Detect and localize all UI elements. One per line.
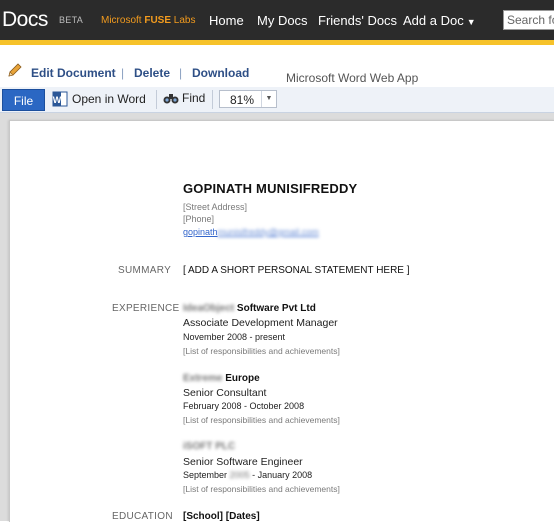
separator: | (121, 66, 125, 80)
fuse-bold: FUSE (144, 15, 172, 26)
job-dates: November 2008 - present (183, 332, 286, 342)
nav-my-docs[interactable]: My Docs (257, 13, 308, 28)
zoom-select[interactable]: 81% ▼ (219, 90, 277, 108)
email-blurred: munisifreddy@gmail.com (217, 227, 319, 237)
phone: [Phone] (183, 214, 215, 224)
word-icon: W (52, 91, 68, 107)
download-link[interactable]: Download (192, 66, 249, 80)
job-title: Senior Consultant (183, 387, 267, 399)
job-company: iSOFT PLC (183, 441, 235, 452)
dates-end: - January 2008 (252, 470, 313, 480)
company-blurred: iSOFT PLC (183, 441, 236, 452)
job-responsibilities: [List of responsibilities and achievemen… (183, 415, 340, 425)
email-link[interactable]: gopinathmunisifreddy@gmail.com (183, 227, 319, 237)
job-dates: September 2005 - January 2008 (183, 470, 312, 480)
chevron-down-icon: ▼ (261, 91, 276, 107)
zoom-value: 81% (230, 93, 255, 107)
experience-label: EXPERIENCE (112, 303, 180, 314)
pencil-icon (8, 63, 22, 77)
svg-text:W: W (53, 95, 62, 105)
company-blurred: IdeaObject (183, 303, 235, 314)
find-button[interactable]: Find (163, 91, 205, 105)
docs-logo[interactable]: Docs (2, 8, 48, 32)
separator: | (179, 66, 183, 80)
open-in-word-button[interactable]: W Open in Word (52, 91, 146, 107)
company-name: Software Pvt Ltd (236, 303, 316, 314)
beta-label: BETA (59, 15, 84, 25)
dates-start: September (183, 470, 228, 480)
education-text: [School] [Dates] (183, 511, 260, 522)
accent-stripe (0, 40, 554, 45)
file-button[interactable]: File (2, 89, 45, 111)
ribbon-divider (212, 90, 213, 109)
street-address: [Street Address] (183, 202, 248, 212)
app-name: Microsoft Word Web App (286, 71, 419, 85)
ribbon-divider (156, 90, 157, 109)
job-company: Extreme Europe (183, 373, 260, 384)
job-responsibilities: [List of responsibilities and achievemen… (183, 484, 340, 494)
binoculars-icon (163, 94, 179, 104)
summary-label: SUMMARY (118, 265, 172, 276)
fuse-prefix: Microsoft (101, 15, 145, 26)
fuse-suffix: Labs (171, 15, 196, 26)
summary-text: [ ADD A SHORT PERSONAL STATEMENT HERE ] (183, 265, 410, 276)
nav-add-a-doc-label: Add a Doc (403, 13, 464, 28)
delete-link[interactable]: Delete (134, 66, 170, 80)
education-label: EDUCATION (112, 511, 173, 522)
fuse-labs-link[interactable]: Microsoft FUSE Labs (101, 15, 195, 26)
job-responsibilities: [List of responsibilities and achievemen… (183, 346, 340, 356)
company-name: Europe (225, 373, 260, 384)
dates-blurred: 2005 (229, 470, 250, 480)
open-in-word-label: Open in Word (72, 92, 146, 106)
job-company: IdeaObject Software Pvt Ltd (183, 303, 316, 314)
find-label: Find (182, 91, 206, 105)
search-input[interactable] (503, 10, 554, 30)
nav-friends-docs[interactable]: Friends' Docs (318, 13, 397, 28)
chevron-down-icon: ▼ (466, 17, 476, 27)
job-dates: February 2008 - October 2008 (183, 401, 305, 411)
nav-home[interactable]: Home (209, 13, 244, 28)
edit-document-link[interactable]: Edit Document (31, 66, 116, 80)
resume-name: GOPINATH MUNISIFREDDY (183, 181, 358, 196)
job-title: Senior Software Engineer (183, 456, 303, 468)
company-blurred: Extreme (183, 373, 223, 384)
nav-add-a-doc[interactable]: Add a Doc ▼ (403, 13, 476, 28)
job-title: Associate Development Manager (183, 317, 338, 329)
email-visible: gopinath (183, 227, 218, 237)
